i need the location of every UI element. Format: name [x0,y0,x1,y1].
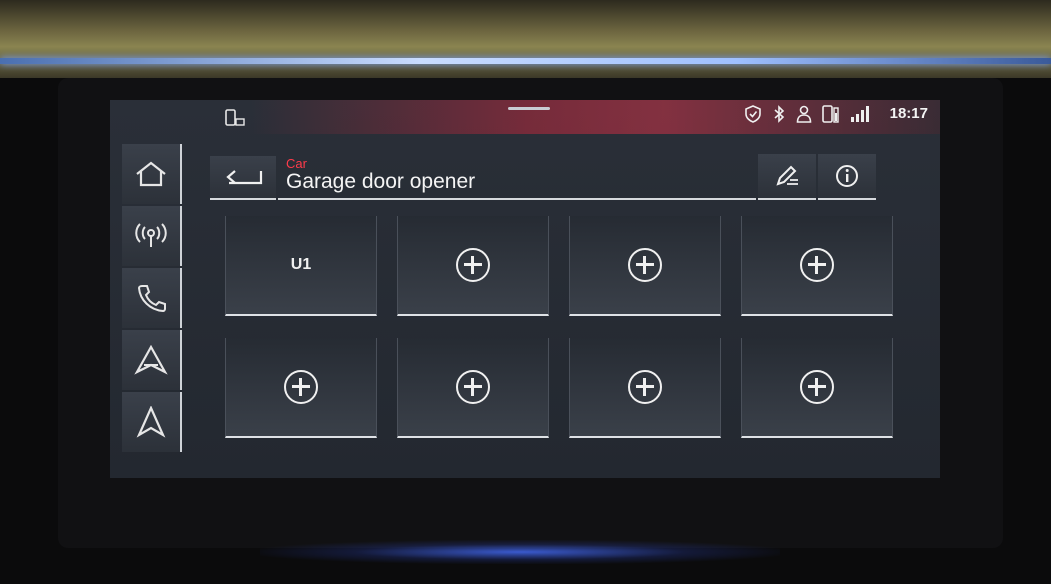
phone-icon [134,283,168,313]
remote-button-grid: U1 [225,216,895,442]
edit-button[interactable] [758,154,816,200]
sidebar-item-home[interactable] [122,144,182,204]
add-icon [628,370,662,404]
navigation-icon [134,406,168,438]
home-icon [134,160,168,188]
add-icon [800,370,834,404]
tile-label: U1 [290,256,312,273]
add-icon [284,370,318,404]
clock: 18:17 [889,105,928,122]
pull-down-handle[interactable] [508,107,550,110]
back-arrow-icon [223,167,263,187]
signal-icon [850,105,870,123]
android-auto-icon [134,345,168,375]
add-remote-button[interactable] [741,338,893,438]
ambient-light-strip [0,58,1051,64]
info-icon [835,164,859,188]
sidebar-item-radio[interactable] [122,206,182,266]
add-icon [628,248,662,282]
add-icon [456,370,490,404]
bluetooth-icon [772,105,786,123]
infotainment-screen: 18:17 Car Garage door opener U1 [110,100,940,478]
sidebar-item-navigation[interactable] [122,392,182,452]
remote-button-u1[interactable]: U1 [225,216,377,316]
add-remote-button[interactable] [397,338,549,438]
shield-check-icon [744,105,762,123]
user-icon [796,105,812,123]
page-title: Garage door opener [286,170,476,193]
add-remote-button[interactable] [741,216,893,316]
title-area: Car Garage door opener [278,154,756,200]
add-icon [800,248,834,282]
sidebar-item-phone[interactable] [122,268,182,328]
sidebar [122,144,182,456]
page-header: Car Garage door opener [210,152,876,200]
dashboard-trim [0,0,1051,78]
edit-icon [774,164,800,188]
add-remote-button[interactable] [569,216,721,316]
add-icon [456,248,490,282]
phone-connected-icon [224,109,246,127]
status-icons [744,105,870,123]
phone-battery-icon [822,105,840,123]
info-button[interactable] [818,154,876,200]
add-remote-button[interactable] [569,338,721,438]
add-remote-button[interactable] [225,338,377,438]
breadcrumb[interactable]: Car [286,156,307,171]
back-button[interactable] [210,156,276,200]
sidebar-item-android-auto[interactable] [122,330,182,390]
radio-icon [134,222,168,250]
add-remote-button[interactable] [397,216,549,316]
ambient-glow [260,540,780,564]
status-bar: 18:17 [110,100,940,130]
